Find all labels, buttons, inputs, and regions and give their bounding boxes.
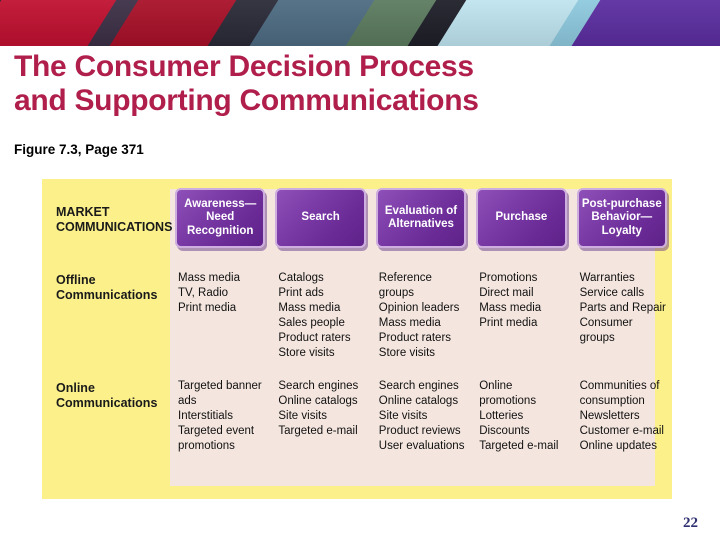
list-item: Consumer groups [579, 317, 633, 344]
list-item: Search engines [278, 380, 359, 392]
list-item: Site visits [278, 410, 327, 422]
online-list-4: Online promotions Lotteries Discounts Targe… [471, 373, 571, 499]
list-item: Print media [479, 317, 538, 329]
stage-box-search[interactable]: Search [275, 188, 366, 248]
row-label-offline-communications: Offline Communications [42, 265, 170, 373]
list-item: Search engines [378, 380, 459, 392]
row-label-online-communications: Online Communications [42, 373, 170, 499]
list-item: Reference groups [378, 272, 432, 299]
list-item: Interstitials [178, 410, 233, 422]
page-title-line-1: The Consumer Decision Process [14, 50, 474, 83]
list-item: Store visits [378, 347, 436, 359]
slide: The Consumer Decision Process and Suppor… [0, 0, 720, 540]
list-item: User evaluations [378, 440, 465, 452]
offline-list-5: Warranties Service calls Parts and Repair C… [572, 265, 672, 373]
list-item: TV, Radio [178, 287, 229, 299]
list-item: Mass media [378, 317, 441, 329]
stage-cell-5: Post-purchase Behavior— Loyalty [572, 179, 672, 265]
row-label-line-2: COMMUNICATIONS [56, 220, 173, 234]
list-item: Catalogs [278, 272, 324, 284]
row-label-market-communications: MARKET COMMUNICATIONS [42, 179, 173, 265]
stage-cell-3: Evaluation of Alternatives [371, 179, 471, 265]
figure-grid: MARKET COMMUNICATIONS Awareness— Need Reco… [42, 179, 672, 499]
figure-caption: Figure 7.3, Page 371 [14, 142, 144, 157]
stage-label: Post-purchase Behavior— Loyalty [581, 197, 662, 237]
page-title: The Consumer Decision Process and Suppor… [14, 50, 694, 118]
page-number: 22 [683, 515, 698, 531]
stage-label: Awareness— Need Recognition [184, 197, 257, 237]
row-label-line-1: Online [56, 381, 95, 395]
row-label-line-2: Communications [56, 396, 158, 410]
stage-box-awareness-need-recognition[interactable]: Awareness— Need Recognition [175, 188, 266, 248]
list-item: Print media [178, 302, 237, 314]
list-item: Targeted e-mail [278, 425, 358, 437]
stage-box-purchase[interactable]: Purchase [476, 188, 567, 248]
list-item: Online catalogs [378, 395, 459, 407]
list-item: Online catalogs [278, 395, 358, 407]
stage-box-post-purchase-behavior-loyalty[interactable]: Post-purchase Behavior— Loyalty [576, 188, 667, 248]
online-list-2: Search engines Online catalogs Site visits… [270, 373, 370, 499]
online-list-3: Search engines Online catalogs Site visits… [371, 373, 471, 499]
stage-label: Search [301, 211, 340, 224]
list-item: Warranties [579, 272, 635, 284]
list-item: Direct mail [479, 287, 534, 299]
stage-cell-4: Purchase [471, 179, 571, 265]
header-banner-image [0, 0, 720, 46]
list-item: Mass media [278, 302, 341, 314]
stage-cell-1: Awareness— Need Recognition [170, 179, 270, 265]
list-item: Communities of consumption [579, 380, 660, 407]
list-item: Customer e-mail [579, 425, 664, 437]
list-item: Mass media [178, 272, 240, 284]
row-label-line-1: MARKET [56, 205, 110, 219]
list-item: Product reviews [378, 425, 461, 437]
list-item: Targeted event promotions [178, 425, 255, 452]
list-item: Sales people [278, 317, 345, 329]
offline-list-3: Reference groups Opinion leaders Mass medi… [371, 265, 471, 373]
stage-label: Purchase [495, 211, 548, 224]
row-label-line-2: Communications [56, 288, 158, 302]
offline-list-2: Catalogs Print ads Mass media Sales people P… [270, 265, 370, 373]
list-item: Product raters [378, 332, 452, 344]
list-item: Newsletters [579, 410, 640, 422]
list-item: Discounts [479, 425, 530, 437]
list-item: Targeted e-mail [479, 440, 559, 452]
list-item: Lotteries [479, 410, 524, 422]
list-item: Parts and Repair [579, 302, 666, 314]
online-list-5: Communities of consumption Newsletters Cus… [572, 373, 672, 499]
list-item: Promotions [479, 272, 538, 284]
stage-label: Evaluation of Alternatives [384, 204, 458, 231]
list-item: Service calls [579, 287, 645, 299]
stage-cell-2: Search [270, 179, 370, 265]
figure-panel: MARKET COMMUNICATIONS Awareness— Need Reco… [42, 179, 672, 499]
list-item: Opinion leaders [378, 302, 460, 314]
list-item: Targeted banner ads [178, 380, 262, 407]
list-item: Site visits [378, 410, 428, 422]
list-item: Print ads [278, 287, 324, 299]
list-item: Product raters [278, 332, 351, 344]
list-item: Store visits [278, 347, 335, 359]
stage-box-evaluation-of-alternatives[interactable]: Evaluation of Alternatives [375, 188, 467, 248]
offline-list-4: Promotions Direct mail Mass media Print med… [471, 265, 571, 373]
online-list-1: Targeted banner ads Interstitials Targeted… [170, 373, 270, 499]
page-title-line-2: and Supporting Communications [14, 84, 479, 117]
list-item: Online updates [579, 440, 657, 452]
row-label-line-1: Offline [56, 273, 96, 287]
list-item: Online promotions [479, 380, 537, 407]
list-item: Mass media [479, 302, 542, 314]
offline-list-1: Mass media TV, Radio Print media [170, 265, 270, 373]
